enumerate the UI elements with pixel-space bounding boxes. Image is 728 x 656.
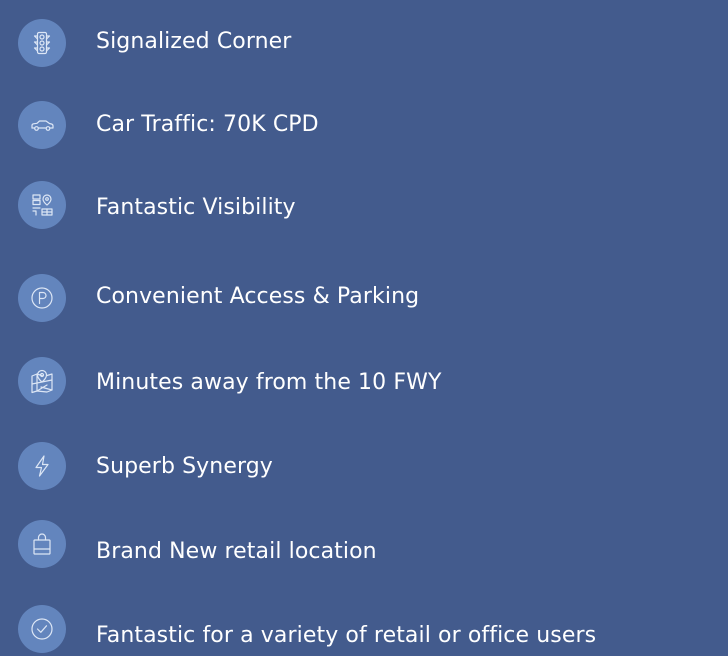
map-pin-icon bbox=[18, 357, 66, 405]
feature-item-synergy bbox=[18, 442, 66, 490]
check-circle-icon bbox=[18, 605, 66, 653]
feature-label: Fantastic for a variety of retail or off… bbox=[96, 623, 597, 648]
feature-label: Minutes away from the 10 FWY bbox=[96, 370, 442, 395]
feature-item-office-users bbox=[18, 605, 66, 653]
feature-label: Superb Synergy bbox=[96, 454, 273, 479]
parking-icon bbox=[18, 274, 66, 322]
lightning-bolt-icon bbox=[18, 442, 66, 490]
feature-label: Signalized Corner bbox=[96, 29, 292, 54]
feature-item-signalized-corner bbox=[18, 19, 66, 67]
shopping-bag-icon bbox=[18, 520, 66, 568]
feature-label: Brand New retail location bbox=[96, 539, 377, 564]
feature-list: Signalized Corner Car Traffic: 70K CPD F… bbox=[0, 0, 728, 656]
feature-item-car-traffic bbox=[18, 101, 66, 149]
feature-label: Fantastic Visibility bbox=[96, 195, 296, 220]
feature-label: Convenient Access & Parking bbox=[96, 284, 420, 309]
traffic-light-icon bbox=[18, 19, 66, 67]
feature-item-retail bbox=[18, 520, 66, 568]
feature-item-visibility bbox=[18, 181, 66, 229]
feature-label: Car Traffic: 70K CPD bbox=[96, 112, 319, 137]
map-location-icon bbox=[18, 181, 66, 229]
feature-item-fwy bbox=[18, 357, 66, 405]
car-icon bbox=[18, 101, 66, 149]
feature-item-parking bbox=[18, 274, 66, 322]
